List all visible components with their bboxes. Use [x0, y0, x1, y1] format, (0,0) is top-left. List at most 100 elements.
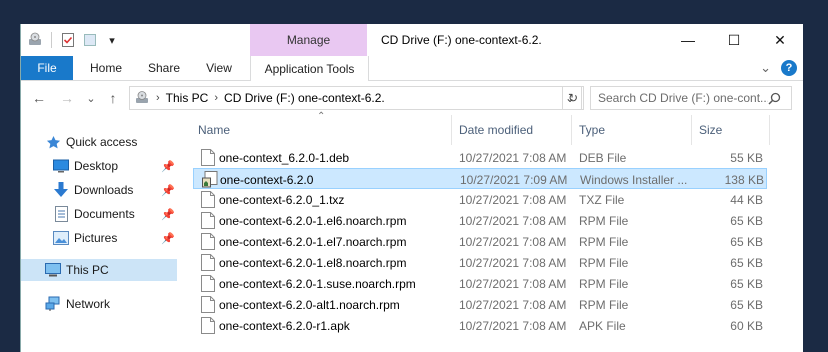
table-row[interactable]: one-context-6.2.0_1.txz 10/27/2021 7:08 … — [193, 189, 767, 210]
column-header-date-modified[interactable]: Date modified — [459, 115, 569, 145]
pin-icon[interactable]: 📌 — [161, 160, 175, 173]
table-row[interactable]: one-context-6.2.0-1.el7.noarch.rpm 10/27… — [193, 231, 767, 252]
file-size: 44 KB — [730, 192, 763, 207]
table-row[interactable]: one-context-6.2.0-r1.apk 10/27/2021 7:08… — [193, 315, 767, 336]
file-type: RPM File — [579, 276, 629, 291]
file-name: one-context-6.2.0-alt1.noarch.rpm — [219, 297, 400, 312]
pin-icon[interactable]: 📌 — [161, 184, 175, 197]
star-icon — [45, 134, 61, 150]
recent-locations-dropdown[interactable]: ⌄ — [83, 90, 99, 106]
table-row[interactable]: one-context-6.2.0-1.el6.noarch.rpm 10/27… — [193, 210, 767, 231]
forward-button[interactable]: → — [59, 90, 75, 106]
nav-item-documents[interactable]: Documents 📌 — [21, 203, 177, 225]
nav-item-label: Downloads — [74, 183, 134, 197]
file-type: DEB File — [579, 150, 627, 165]
address-row: ← → ⌄ ↑ › This PC › CD Drive (F:) one-co… — [21, 81, 803, 115]
breadcrumb-this-pc[interactable]: This PC — [166, 91, 209, 105]
search-input[interactable]: Search CD Drive (F:) one-cont... — [590, 86, 792, 110]
nav-item-quick-access[interactable]: Quick access — [21, 131, 177, 153]
file-icon — [201, 233, 215, 250]
pin-icon[interactable]: 📌 — [161, 232, 175, 245]
file-date: 10/27/2021 7:08 AM — [459, 213, 567, 228]
file-size: 55 KB — [730, 150, 763, 165]
nav-item-desktop[interactable]: Desktop 📌 — [21, 155, 177, 177]
documents-icon — [53, 206, 69, 222]
file-date: 10/27/2021 7:09 AM — [460, 172, 568, 187]
column-header-name[interactable]: Name — [198, 115, 438, 145]
file-icon — [201, 275, 215, 292]
tab-application-tools[interactable]: Application Tools — [250, 56, 369, 81]
file-type: Windows Installer ... — [580, 172, 688, 187]
maximize-button[interactable]: ☐ — [711, 24, 757, 56]
nav-item-label: Network — [66, 297, 111, 311]
drive-icon — [134, 90, 150, 106]
file-icon — [201, 191, 215, 208]
file-size: 65 KB — [730, 297, 763, 312]
title-bar: ▾ Manage CD Drive (F:) one-context-6.2. … — [21, 24, 803, 56]
nav-item-label: Quick access — [66, 135, 138, 149]
file-size: 65 KB — [730, 276, 763, 291]
breadcrumb-cd-drive[interactable]: CD Drive (F:) one-context-6.2. — [224, 91, 385, 105]
file-date: 10/27/2021 7:08 AM — [459, 318, 567, 333]
breadcrumb-separator[interactable]: › — [156, 92, 160, 104]
nav-item-network[interactable]: Network — [21, 293, 177, 315]
quick-access-toolbar: ▾ — [27, 32, 120, 48]
refresh-button[interactable]: ↻ — [562, 86, 584, 110]
pictures-icon — [53, 230, 69, 246]
nav-item-pictures[interactable]: Pictures 📌 — [21, 227, 177, 249]
back-button[interactable]: ← — [31, 90, 47, 106]
file-date: 10/27/2021 7:08 AM — [459, 234, 567, 249]
table-row[interactable]: one-context-6.2.0 10/27/2021 7:09 AM Win… — [193, 168, 767, 189]
properties-icon[interactable] — [60, 32, 76, 48]
nav-item-downloads[interactable]: Downloads 📌 — [21, 179, 177, 201]
table-row[interactable]: one-context_6.2.0-1.deb 10/27/2021 7:08 … — [193, 147, 767, 168]
tab-home[interactable]: Home — [81, 56, 131, 80]
file-date: 10/27/2021 7:08 AM — [459, 276, 567, 291]
new-folder-icon[interactable] — [82, 32, 98, 48]
file-name: one-context-6.2.0-1.suse.noarch.rpm — [219, 276, 416, 291]
nav-item-this-pc[interactable]: This PC — [21, 259, 177, 281]
file-type: RPM File — [579, 234, 629, 249]
file-type: RPM File — [579, 213, 629, 228]
manage-contextual-tab: Manage — [250, 24, 367, 56]
file-name: one-context-6.2.0-1.el6.noarch.rpm — [219, 213, 407, 228]
table-row[interactable]: one-context-6.2.0-1.suse.noarch.rpm 10/2… — [193, 273, 767, 294]
pin-icon[interactable]: 📌 — [161, 208, 175, 221]
msi-installer-icon — [202, 171, 218, 188]
column-divider[interactable] — [691, 115, 692, 145]
tab-share[interactable]: Share — [141, 56, 187, 80]
file-date: 10/27/2021 7:08 AM — [459, 255, 567, 270]
column-header-size[interactable]: Size — [699, 115, 759, 145]
file-icon — [201, 317, 215, 334]
download-arrow-icon — [53, 182, 69, 198]
tab-file[interactable]: File — [21, 56, 73, 80]
drive-icon — [27, 32, 43, 48]
column-divider[interactable] — [451, 115, 452, 145]
column-divider[interactable] — [769, 115, 770, 145]
file-type: TXZ File — [579, 192, 625, 207]
table-row[interactable]: one-context-6.2.0-alt1.noarch.rpm 10/27/… — [193, 294, 767, 315]
file-icon — [201, 296, 215, 313]
breadcrumb-separator[interactable]: › — [214, 92, 218, 104]
file-name: one-context_6.2.0-1.deb — [219, 150, 350, 165]
column-divider[interactable] — [571, 115, 572, 145]
customize-toolbar-dropdown[interactable]: ▾ — [104, 32, 120, 48]
file-size: 60 KB — [730, 318, 763, 333]
file-date: 10/27/2021 7:08 AM — [459, 192, 567, 207]
ribbon-collapse-button[interactable]: ⌄ — [760, 60, 771, 76]
address-bar[interactable]: › This PC › CD Drive (F:) one-context-6.… — [129, 86, 582, 110]
table-row[interactable]: one-context-6.2.0-1.el8.noarch.rpm 10/27… — [193, 252, 767, 273]
file-type: RPM File — [579, 297, 629, 312]
close-button[interactable]: ✕ — [757, 24, 803, 56]
minimize-button[interactable]: — — [665, 24, 711, 56]
file-type: APK File — [579, 318, 626, 333]
up-button[interactable]: ↑ — [105, 90, 121, 106]
file-date: 10/27/2021 7:08 AM — [459, 150, 567, 165]
column-header-type[interactable]: Type — [579, 115, 679, 145]
tab-view[interactable]: View — [197, 56, 241, 80]
explorer-window: ▾ Manage CD Drive (F:) one-context-6.2. … — [20, 24, 803, 352]
help-icon[interactable]: ? — [781, 60, 797, 76]
file-list: ⌃ Name Date modified Type Size one-conte… — [181, 111, 803, 352]
search-icon — [768, 92, 781, 105]
file-name: one-context-6.2.0 — [220, 172, 314, 187]
